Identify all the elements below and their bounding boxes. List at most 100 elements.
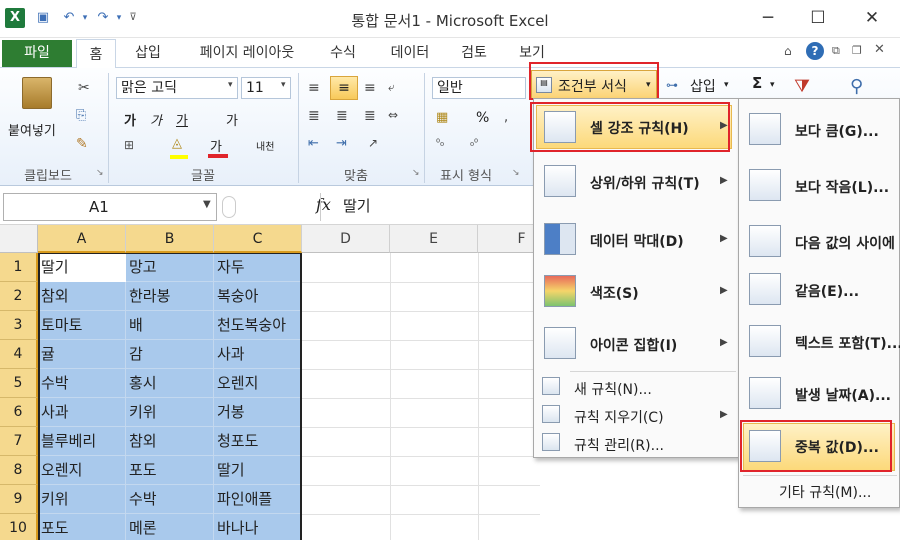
row-header[interactable]: 10 [0,514,38,540]
cell[interactable]: 홍시 [126,369,214,398]
number-launcher-icon[interactable]: ↘ [512,168,520,178]
row-header[interactable]: 6 [0,398,38,427]
percent-button[interactable]: % [476,110,489,126]
row-header[interactable]: 9 [0,485,38,514]
cut-icon[interactable]: ✂ [78,80,90,96]
submenu-item-date-occurring[interactable]: 발생 날짜(A)... [739,369,899,419]
cell[interactable]: 포도 [126,456,214,485]
cell[interactable]: 딸기 [38,253,126,282]
cell[interactable]: 사과 [214,340,302,369]
worksheet-grid[interactable]: A B C D E F 1 딸기 망고 자두 2 참외 한라봉 복숭아 3 토마토 배 천도복숭아 4 귤… [0,225,540,540]
cell[interactable]: 오렌지 [38,456,126,485]
column-header[interactable]: E [390,225,478,253]
menu-item-icon-sets[interactable]: 아이콘 집합(I) ▶ [534,323,738,367]
cell[interactable]: 포도 [38,514,126,540]
row-header[interactable]: 8 [0,456,38,485]
cell[interactable]: 메론 [126,514,214,540]
help-icon[interactable]: ? [806,42,824,60]
cell[interactable]: 참외 [126,427,214,456]
cell[interactable]: 참외 [38,282,126,311]
row-header[interactable]: 2 [0,282,38,311]
font-dropdown-icon[interactable]: ▾ [228,80,233,90]
cell[interactable]: 청포도 [214,427,302,456]
autosum-button[interactable]: Σ [752,74,762,92]
menu-item-new-rule[interactable]: 새 규칙(N)... [534,375,738,401]
font-size-dropdown-icon[interactable]: ▾ [281,80,286,90]
column-header[interactable]: A [38,225,126,253]
wrap-text-icon[interactable]: ⤶ [388,80,395,95]
font-color-button[interactable]: 가 [210,136,222,155]
cell[interactable]: 수박 [126,485,214,514]
tab-review[interactable]: 검토 [450,38,498,68]
minimize-ribbon-icon[interactable]: ⌂ [784,44,792,58]
column-header[interactable]: F [478,225,540,253]
align-top-icon[interactable]: ≡ [308,80,320,96]
fill-color-icon[interactable]: ◬ [172,136,182,151]
copy-icon[interactable]: ⎘ [76,108,86,123]
cell[interactable]: 수박 [38,369,126,398]
column-header[interactable]: C [214,225,302,253]
insert-dropdown-icon[interactable]: ▾ [724,80,729,90]
cell[interactable]: 천도복숭아 [214,311,302,340]
submenu-item-less-than[interactable]: 보다 작음(L)... [739,161,899,211]
align-bottom-icon[interactable]: ≡ [364,80,376,96]
align-right-icon[interactable]: ≣ [364,108,376,124]
select-all-corner[interactable] [0,225,38,253]
align-middle-icon[interactable]: ≡ [330,76,358,100]
formula-bar-resize-handle[interactable] [222,196,236,218]
cell[interactable]: 사과 [38,398,126,427]
increase-decimal-icon[interactable]: ⁰₀ [436,138,444,149]
phonetic-button[interactable]: 내천 [256,138,274,153]
align-left-icon[interactable]: ≣ [308,108,320,124]
autosum-dropdown-icon[interactable]: ▾ [770,80,775,90]
number-format-combo[interactable]: 일반 [432,77,526,99]
sort-filter-icon[interactable]: ⧩ [794,76,810,97]
column-header[interactable]: D [302,225,390,253]
row-header[interactable]: 5 [0,369,38,398]
cell[interactable]: 망고 [126,253,214,282]
decrease-indent-icon[interactable]: ⇤ [308,136,319,151]
insert-cells-icon[interactable]: ⊶ [666,78,678,92]
cell[interactable]: 블루베리 [38,427,126,456]
cell[interactable]: 딸기 [214,456,302,485]
cell[interactable]: 귤 [38,340,126,369]
cell[interactable]: 키위 [38,485,126,514]
cell[interactable]: 한라봉 [126,282,214,311]
close-workbook-icon[interactable]: ✕ [874,42,885,57]
clipboard-launcher-icon[interactable]: ↘ [96,168,104,178]
row-header[interactable]: 1 [0,253,38,282]
row-header[interactable]: 7 [0,427,38,456]
decrease-decimal-icon[interactable]: ₀⁰ [470,138,478,149]
formula-input[interactable]: 딸기 [320,193,540,221]
font-name-combo[interactable]: 맑은 고딕 [116,77,238,99]
menu-item-manage-rules[interactable]: 규칙 관리(R)... [534,431,738,457]
submenu-item-greater-than[interactable]: 보다 큼(G)... [739,105,899,155]
submenu-item-text-contains[interactable]: 텍스트 포함(T)... [739,317,900,367]
menu-item-clear-rules[interactable]: 규칙 지우기(C) ▶ [534,403,738,429]
submenu-item-equal-to[interactable]: 같음(E)... [739,265,899,315]
menu-item-color-scales[interactable]: 색조(S) ▶ [534,271,738,315]
maximize-button[interactable]: ☐ [796,4,840,32]
grow-font-button[interactable]: 가 [226,110,238,129]
insert-cells-button[interactable]: 삽입 [690,76,716,96]
format-painter-icon[interactable]: ✎ [76,136,88,152]
cell[interactable]: 복숭아 [214,282,302,311]
submenu-item-more-rules[interactable]: 기타 규칙(M)... [739,479,899,505]
minimize-button[interactable]: ─ [746,4,790,32]
alignment-launcher-icon[interactable]: ↘ [412,168,420,178]
name-box-dropdown-icon[interactable]: ▼ [203,199,211,210]
tab-formulas[interactable]: 수식 [318,38,368,68]
menu-item-data-bars[interactable]: 데이터 막대(D) ▶ [534,219,738,263]
cell[interactable]: 자두 [214,253,302,282]
tab-page-layout[interactable]: 페이지 레이아웃 [184,38,310,68]
paste-button[interactable]: 붙여넣기 [8,120,56,139]
align-center-icon[interactable]: ≣ [336,108,348,124]
accounting-format-icon[interactable]: ▦ [436,110,448,125]
increase-indent-icon[interactable]: ⇥ [336,136,347,151]
merge-icon[interactable]: ⇔ [388,108,398,122]
cell[interactable]: 토마토 [38,311,126,340]
window-restore-icon[interactable]: ❐ [852,44,862,57]
restore-window-icon[interactable]: ⧉ [832,44,840,58]
name-box[interactable]: A1 [3,193,217,221]
comma-style-icon[interactable]: , [504,110,508,125]
